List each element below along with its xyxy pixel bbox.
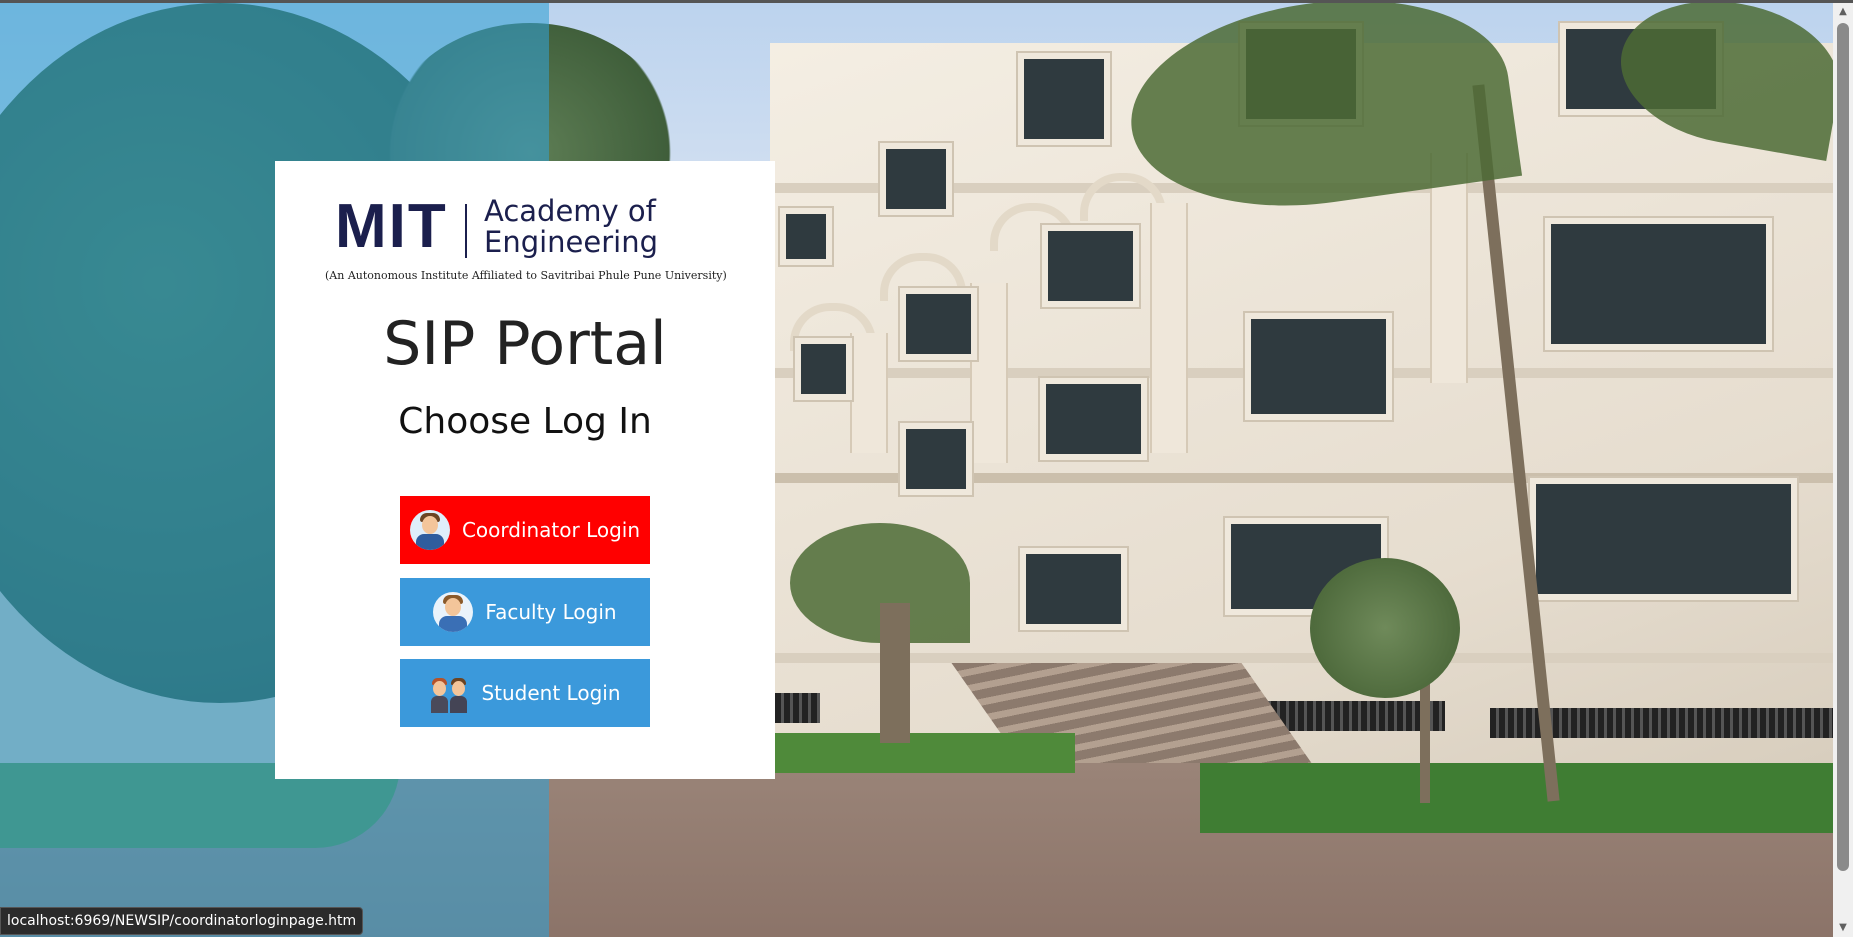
pillar bbox=[850, 333, 888, 453]
lawn bbox=[1200, 763, 1833, 833]
status-bar-url: localhost:6969/NEWSIP/coordinatorloginpa… bbox=[0, 907, 364, 935]
window bbox=[795, 338, 852, 400]
logo-name-line1: Academy of bbox=[484, 194, 656, 228]
logo-brand: MIT bbox=[335, 192, 448, 261]
window bbox=[780, 208, 832, 265]
page-subtitle: Choose Log In bbox=[398, 401, 652, 442]
lawn bbox=[775, 733, 1075, 773]
window bbox=[880, 143, 952, 215]
scrollbar-thumb[interactable] bbox=[1837, 23, 1849, 871]
pillar bbox=[1150, 203, 1188, 453]
palm-trunk bbox=[880, 603, 910, 743]
window bbox=[1020, 548, 1127, 630]
logo-divider bbox=[465, 204, 467, 258]
faculty-login-button[interactable]: Faculty Login bbox=[400, 578, 650, 646]
window bbox=[1042, 225, 1139, 307]
window bbox=[1530, 478, 1797, 600]
logo-name-line2: Engineering bbox=[484, 225, 658, 259]
coordinator-login-button[interactable]: Coordinator Login bbox=[400, 496, 650, 564]
window bbox=[1018, 53, 1110, 145]
window bbox=[1545, 218, 1772, 350]
window bbox=[900, 423, 972, 495]
logo-tagline: (An Autonomous Institute Affiliated to S… bbox=[325, 269, 727, 282]
faculty-avatar-icon bbox=[433, 592, 474, 632]
coordinator-avatar-icon bbox=[409, 510, 450, 550]
institute-logo: MIT Academy of Engineering (An Autonomou… bbox=[325, 192, 727, 283]
scroll-up-arrow-icon[interactable]: ▲ bbox=[1833, 3, 1853, 21]
page-title: SIP Portal bbox=[383, 309, 667, 379]
login-card: MIT Academy of Engineering (An Autonomou… bbox=[275, 161, 775, 779]
basement-vent bbox=[775, 693, 820, 723]
window-top-border bbox=[0, 0, 1853, 3]
faculty-login-label: Faculty Login bbox=[485, 600, 617, 624]
student-login-label: Student Login bbox=[481, 681, 621, 705]
window bbox=[1245, 313, 1392, 420]
window bbox=[900, 288, 977, 360]
building-cornice bbox=[770, 653, 1833, 663]
window bbox=[1040, 378, 1147, 460]
vertical-scrollbar[interactable]: ▲ ▼ bbox=[1833, 3, 1853, 937]
shrub-tree bbox=[1310, 558, 1460, 698]
logo-institute-name: Academy of Engineering bbox=[484, 196, 658, 258]
coordinator-login-label: Coordinator Login bbox=[461, 518, 641, 542]
student-login-button[interactable]: Student Login bbox=[400, 659, 650, 727]
students-avatar-icon bbox=[429, 673, 469, 713]
scroll-down-arrow-icon[interactable]: ▼ bbox=[1833, 919, 1853, 937]
